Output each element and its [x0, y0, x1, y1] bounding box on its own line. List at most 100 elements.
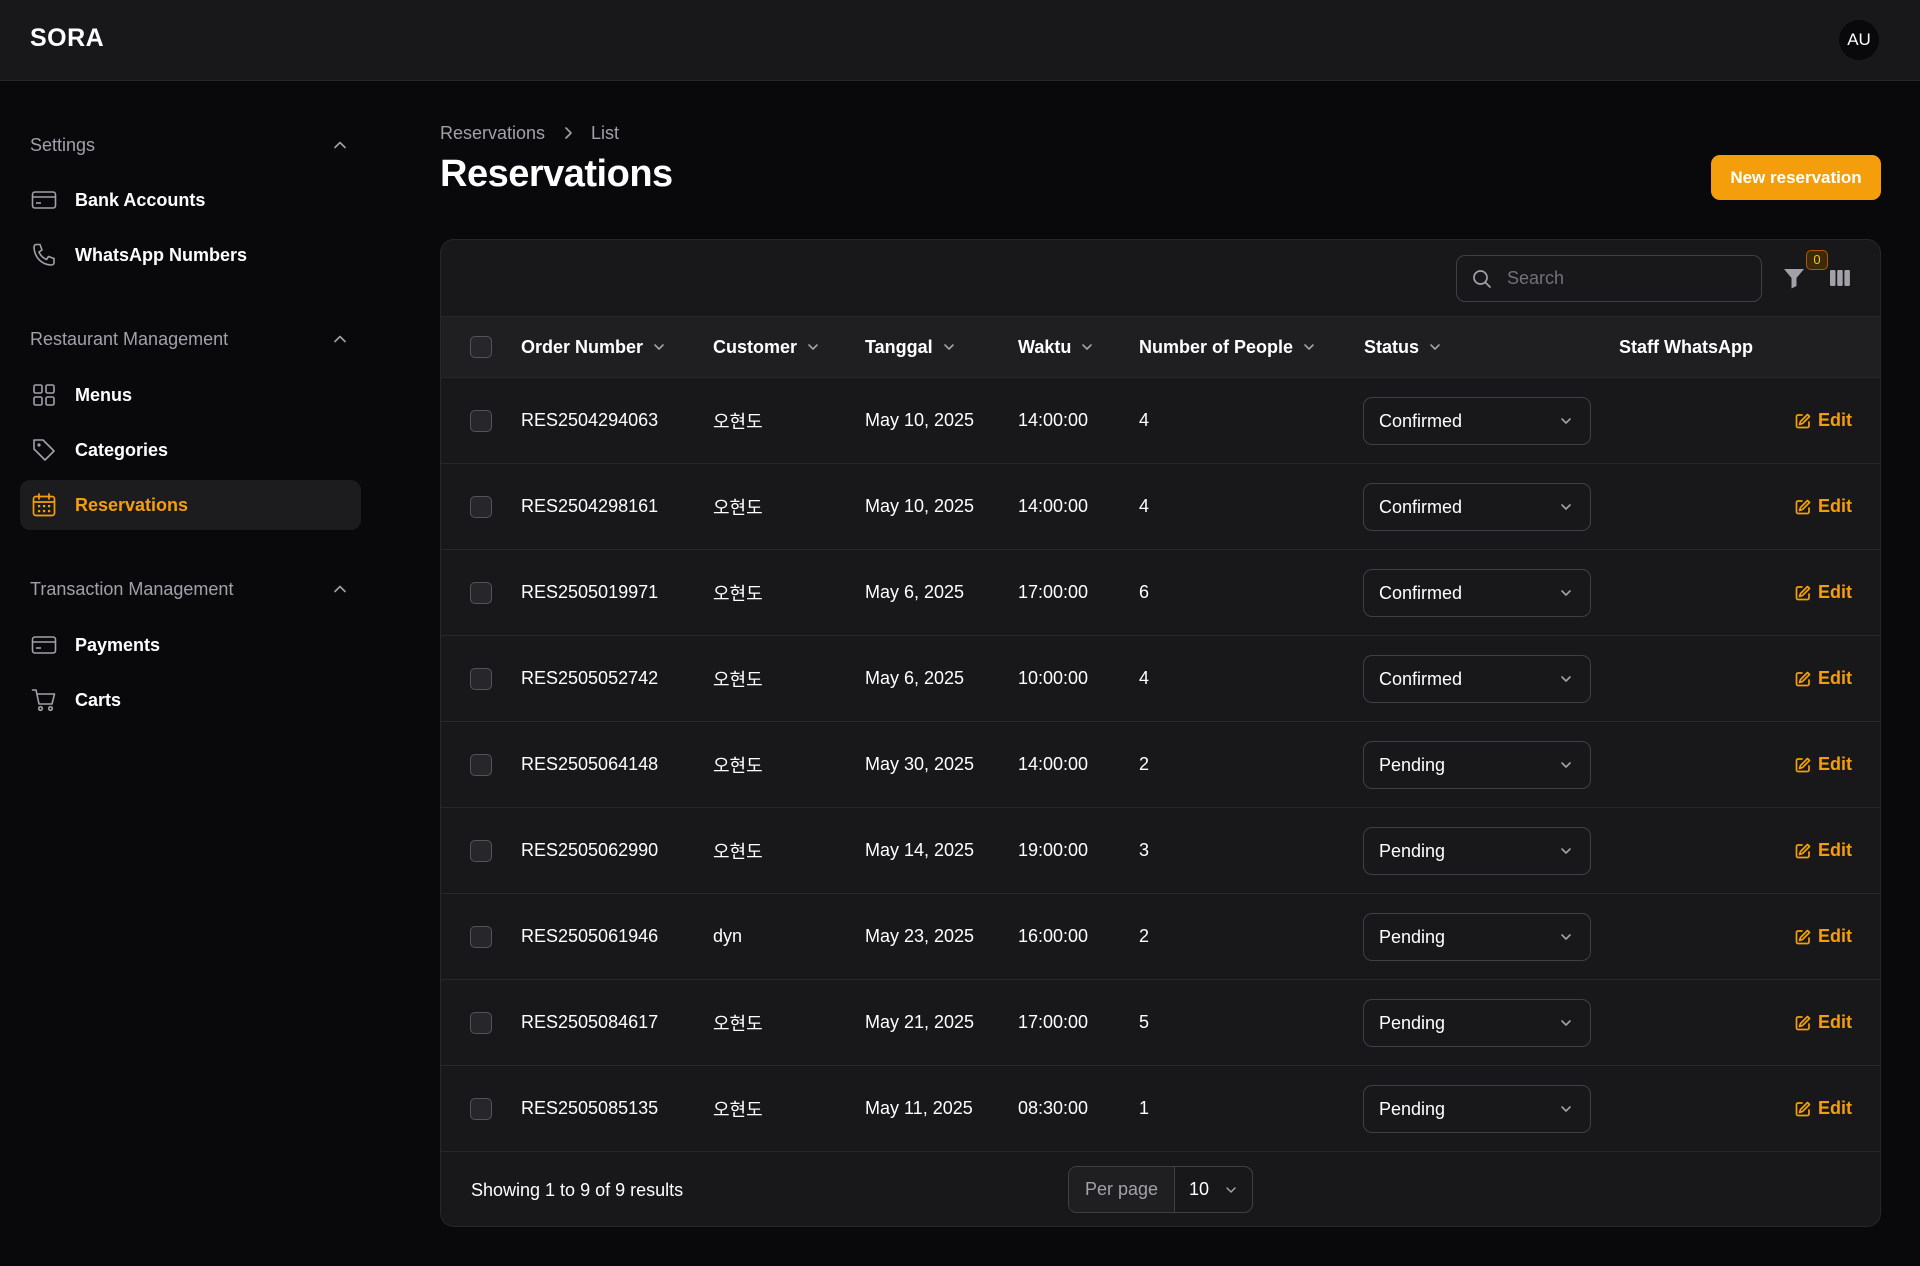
row-checkbox[interactable] [470, 926, 492, 948]
sidebar-item-menus[interactable]: Menus [20, 370, 361, 420]
chevron-up-icon[interactable] [330, 329, 350, 349]
sidebar-item-categories[interactable]: Categories [20, 425, 361, 475]
status-select[interactable]: Confirmed [1363, 483, 1591, 531]
row-checkbox[interactable] [470, 410, 492, 432]
row-checkbox[interactable] [470, 1098, 492, 1120]
chevron-down-icon [1561, 1106, 1571, 1112]
cart-icon [31, 689, 56, 712]
status-select[interactable]: Confirmed [1363, 397, 1591, 445]
filter-icon[interactable] [1781, 265, 1807, 291]
table-row[interactable]: RES2504294063 오현도 May 10, 2025 14:00:00 4 Con… [441, 378, 1880, 464]
edit-link[interactable]: Edit [1794, 636, 1852, 721]
people-cell: 2 [1139, 754, 1150, 774]
sidebar-item-payments[interactable]: Payments [20, 620, 361, 670]
table-row[interactable]: RES2505085135 오현도 May 11, 2025 08:30:00 1 Pen… [441, 1066, 1880, 1152]
calendar-icon [32, 493, 56, 517]
sidebar-group-settings[interactable]: Settings [30, 131, 350, 159]
chevron-down-icon [1561, 848, 1571, 854]
select-all-checkbox[interactable] [470, 336, 492, 358]
edit-label: Edit [1818, 1098, 1852, 1118]
column-staff-whatsapp: Staff WhatsApp [1619, 317, 1753, 377]
edit-label: Edit [1818, 754, 1852, 774]
column-label: Staff WhatsApp [1619, 336, 1753, 357]
edit-link[interactable]: Edit [1794, 980, 1852, 1065]
customer-cell: dyn [713, 926, 743, 946]
customer-cell: 오현도 [713, 1013, 763, 1034]
sidebar-item-label: Menus [75, 384, 133, 405]
edit-icon [1795, 413, 1811, 428]
column-order-number[interactable]: Order Number [521, 317, 667, 377]
people-cell: 3 [1139, 840, 1150, 860]
sidebar-item-reservations[interactable]: Reservations [20, 480, 361, 530]
edit-label: Edit [1818, 582, 1852, 602]
search-box[interactable] [1456, 255, 1762, 302]
table-row[interactable]: RES2505061946 dyn May 23, 2025 16:00:00 2 Pen… [441, 894, 1880, 980]
edit-link[interactable]: Edit [1794, 378, 1852, 463]
row-checkbox[interactable] [470, 668, 492, 690]
search-input[interactable] [1505, 267, 1749, 290]
sidebar-item-bank-accounts[interactable]: Bank Accounts [20, 175, 361, 225]
sidebar-group-transaction-management[interactable]: Transaction Management [30, 575, 350, 603]
status-select[interactable]: Pending [1363, 741, 1591, 789]
chevron-down-icon [1561, 762, 1571, 768]
sidebar-item-carts[interactable]: Carts [20, 675, 361, 725]
status-value: Pending [1379, 840, 1446, 861]
row-checkbox[interactable] [470, 496, 492, 518]
chevron-down-icon [1304, 344, 1314, 350]
edit-icon [1795, 1101, 1811, 1116]
sidebar-group-restaurant-management[interactable]: Restaurant Management [30, 325, 350, 353]
edit-link[interactable]: Edit [1794, 464, 1852, 549]
user-avatar[interactable]: AU [1839, 20, 1879, 60]
time-cell: 17:00:00 [1018, 582, 1089, 602]
row-checkbox[interactable] [470, 582, 492, 604]
edit-link[interactable]: Edit [1794, 894, 1852, 979]
columns-icon[interactable] [1827, 265, 1853, 291]
per-page-dropdown[interactable]: 10 [1175, 1167, 1252, 1212]
table-row[interactable]: RES2504298161 오현도 May 10, 2025 14:00:00 4 Con… [441, 464, 1880, 550]
people-cell: 1 [1139, 1098, 1150, 1118]
order-number-cell: RES2504298161 [521, 496, 659, 516]
row-checkbox[interactable] [470, 1012, 492, 1034]
column-customer[interactable]: Customer [713, 317, 821, 377]
per-page-select[interactable]: Per page 10 [1068, 1166, 1253, 1213]
new-reservation-button[interactable]: New reservation [1711, 155, 1881, 200]
table-row[interactable]: RES2505084617 오현도 May 21, 2025 17:00:00 5 Pen… [441, 980, 1880, 1066]
edit-link[interactable]: Edit [1794, 1066, 1852, 1151]
row-checkbox[interactable] [470, 840, 492, 862]
status-select[interactable]: Confirmed [1363, 655, 1591, 703]
brand-logo[interactable]: SORA [30, 24, 104, 53]
status-select[interactable]: Confirmed [1363, 569, 1591, 617]
column-tanggal[interactable]: Tanggal [865, 317, 957, 377]
people-cell: 5 [1139, 1012, 1150, 1032]
status-select[interactable]: Pending [1363, 913, 1591, 961]
sidebar-item-whatsapp-numbers[interactable]: WhatsApp Numbers [20, 230, 361, 280]
status-select[interactable]: Pending [1363, 999, 1591, 1047]
chevron-down-icon [943, 344, 954, 350]
table-row[interactable]: RES2505052742 오현도 May 6, 2025 10:00:00 4 Conf… [441, 636, 1880, 722]
edit-link[interactable]: Edit [1794, 808, 1852, 893]
search-icon [1473, 269, 1491, 288]
chevron-up-icon[interactable] [330, 135, 350, 155]
row-checkbox[interactable] [470, 754, 492, 776]
edit-icon [1795, 671, 1811, 686]
status-select[interactable]: Pending [1363, 827, 1591, 875]
customer-cell: 오현도 [713, 497, 763, 518]
column-waktu[interactable]: Waktu [1018, 317, 1095, 377]
edit-link[interactable]: Edit [1794, 550, 1852, 635]
column-label: Customer [713, 336, 798, 357]
people-cell: 2 [1139, 926, 1150, 946]
breadcrumb-reservations[interactable]: Reservations [440, 123, 545, 144]
table-row[interactable]: RES2505062990 오현도 May 14, 2025 19:00:00 3 Pen… [441, 808, 1880, 894]
column-number-of-people[interactable]: Number of People [1139, 317, 1317, 377]
customer-cell: 오현도 [713, 583, 763, 604]
column-label: Number of People [1139, 336, 1294, 357]
table-row[interactable]: RES2505019971 오현도 May 6, 2025 17:00:00 6 Conf… [441, 550, 1880, 636]
column-status[interactable]: Status [1364, 317, 1443, 377]
chevron-down-icon [1430, 344, 1440, 350]
edit-link[interactable]: Edit [1794, 722, 1852, 807]
time-cell: 14:00:00 [1018, 754, 1089, 774]
table-row[interactable]: RES2505064148 오현도 May 30, 2025 14:00:00 2 Pen… [441, 722, 1880, 808]
status-select[interactable]: Pending [1363, 1085, 1591, 1133]
status-value: Pending [1379, 1098, 1446, 1119]
chevron-up-icon[interactable] [330, 579, 350, 599]
